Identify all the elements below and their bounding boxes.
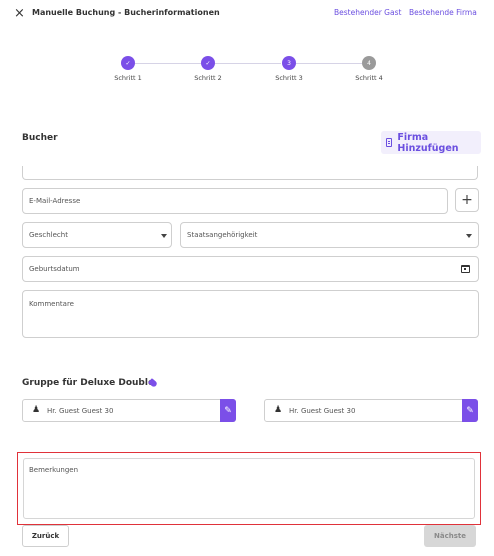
step-4-label: Schritt 4 (355, 74, 383, 82)
guest-field-2[interactable]: ♟ Hr. Guest Guest 30 ✎ (264, 399, 478, 422)
calendar-icon[interactable] (461, 265, 470, 273)
step-3-indicator[interactable]: 3 (282, 56, 296, 70)
step-1-check-icon[interactable]: ✓ (121, 56, 135, 70)
next-button[interactable]: Nächste (424, 525, 476, 547)
edit-icon[interactable]: ✎ (220, 399, 236, 422)
existing-company-link[interactable]: Bestehende Firma (409, 8, 477, 17)
step-1-label: Schritt 1 (114, 74, 142, 82)
remarks-highlight: Bemerkungen (17, 452, 481, 525)
nationality-select[interactable]: Staatsangehörigkeit (180, 222, 479, 248)
building-icon (386, 138, 393, 147)
nationality-placeholder: Staatsangehörigkeit (187, 231, 258, 239)
step-2-label: Schritt 2 (194, 74, 222, 82)
gender-placeholder: Geschlecht (29, 231, 68, 239)
back-button[interactable]: Zurück (22, 525, 69, 547)
gender-select[interactable]: Geschlecht (22, 222, 172, 248)
add-email-button[interactable]: + (455, 188, 479, 212)
remarks-field[interactable]: Bemerkungen (23, 458, 475, 519)
email-placeholder: E-Mail-Adresse (29, 197, 81, 205)
email-field[interactable]: E-Mail-Adresse (22, 188, 448, 214)
close-icon[interactable]: × (14, 7, 25, 21)
guest-name-1: Hr. Guest Guest 30 (47, 407, 114, 415)
remarks-placeholder: Bemerkungen (29, 466, 79, 474)
guest-name-2: Hr. Guest Guest 30 (289, 407, 356, 415)
chevron-down-icon (466, 234, 472, 238)
person-icon: ♟ (274, 405, 283, 415)
step-connector (135, 63, 201, 64)
birthdate-placeholder: Geburtsdatum (29, 265, 80, 273)
booker-section-title: Bucher (22, 133, 58, 143)
scrolled-field[interactable] (22, 166, 478, 180)
existing-guest-link[interactable]: Bestehender Gast (334, 8, 401, 17)
chevron-down-icon (161, 234, 167, 238)
edit-icon[interactable]: ✎ (462, 399, 478, 422)
guest-field-1[interactable]: ♟ Hr. Guest Guest 30 ✎ (22, 399, 236, 422)
comments-placeholder: Kommentare (29, 300, 74, 308)
person-icon: ♟ (32, 405, 41, 415)
add-company-button[interactable]: Firma Hinzufügen (381, 131, 481, 154)
group-section-title: Gruppe für Deluxe Double (22, 378, 155, 388)
step-connector (215, 63, 281, 64)
step-connector (296, 63, 362, 64)
comments-field[interactable]: Kommentare (22, 290, 479, 338)
birthdate-field[interactable]: Geburtsdatum (22, 256, 479, 282)
step-4-indicator[interactable]: 4 (362, 56, 376, 70)
step-3-label: Schritt 3 (275, 74, 303, 82)
add-company-label: Firma Hinzufügen (397, 131, 459, 154)
page-title: Manuelle Buchung - Bucherinformationen (32, 8, 220, 17)
step-2-check-icon[interactable]: ✓ (201, 56, 215, 70)
